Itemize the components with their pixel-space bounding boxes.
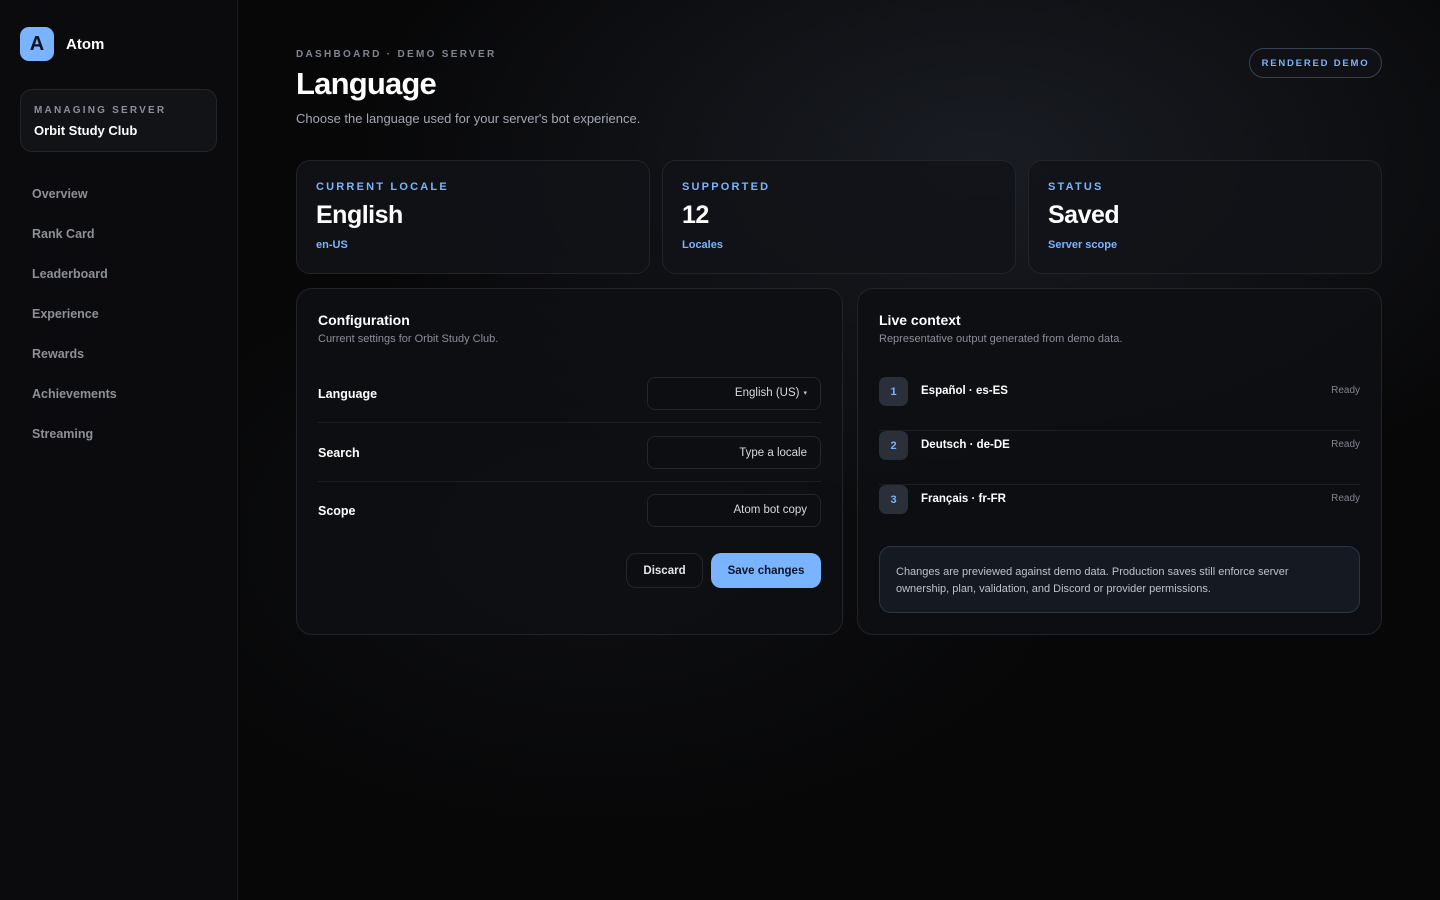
field-row-search: Search bbox=[318, 424, 821, 482]
chevron-down-icon: ▾ bbox=[803, 390, 807, 397]
list-item: 3 Français · fr-FR Ready bbox=[879, 485, 1360, 539]
panel-title: Configuration bbox=[318, 312, 410, 328]
list-item-label: Deutsch · de-DE bbox=[921, 439, 1010, 451]
sidebar-item-overview[interactable]: Overview bbox=[32, 186, 117, 226]
status-text: Ready bbox=[1331, 385, 1360, 396]
configuration-panel: Configuration Current settings for Orbit… bbox=[296, 288, 843, 635]
list-item: 2 Deutsch · de-DE Ready bbox=[879, 431, 1360, 485]
sidebar: A Atom MANAGING SERVER Orbit Study Club … bbox=[0, 0, 238, 900]
app-name: Atom bbox=[66, 35, 105, 53]
app-logo: A bbox=[20, 27, 54, 61]
sidebar-item-rank-card[interactable]: Rank Card bbox=[32, 226, 117, 266]
field-label: Search bbox=[318, 446, 360, 460]
page-subtitle: Choose the language used for your server… bbox=[296, 111, 641, 126]
field-row-language: Language English (US) ▾ bbox=[318, 365, 821, 423]
brand[interactable]: A Atom bbox=[20, 27, 104, 61]
panel-title: Live context bbox=[879, 312, 961, 328]
demo-notice: Changes are previewed against demo data.… bbox=[879, 546, 1360, 613]
sidebar-item-rewards[interactable]: Rewards bbox=[32, 346, 117, 386]
page-title: Language bbox=[296, 66, 437, 101]
stat-note: en-US bbox=[316, 239, 348, 251]
list-item-number: 2 bbox=[879, 431, 908, 460]
stat-label: SUPPORTED bbox=[682, 181, 771, 193]
sidebar-nav: Overview Rank Card Leaderboard Experienc… bbox=[32, 186, 117, 466]
breadcrumb: DASHBOARD · DEMO SERVER bbox=[296, 49, 497, 60]
list-item: 1 Español · es-ES Ready bbox=[879, 377, 1360, 431]
stat-value: English bbox=[316, 201, 403, 229]
server-name: Orbit Study Club bbox=[34, 123, 138, 138]
list-item-number: 3 bbox=[879, 485, 908, 514]
sidebar-item-achievements[interactable]: Achievements bbox=[32, 386, 117, 426]
discard-button[interactable]: Discard bbox=[626, 553, 703, 588]
status-text: Ready bbox=[1331, 439, 1360, 450]
scope-select[interactable]: Atom bot copy bbox=[647, 494, 821, 527]
field-row-scope: Scope Atom bot copy bbox=[318, 482, 821, 540]
stat-label: CURRENT LOCALE bbox=[316, 181, 449, 193]
stat-note: Server scope bbox=[1048, 239, 1118, 251]
stat-note: Locales bbox=[682, 239, 723, 251]
field-label: Language bbox=[318, 387, 378, 401]
language-select[interactable]: English (US) ▾ bbox=[647, 377, 821, 410]
server-label: MANAGING SERVER bbox=[34, 105, 167, 116]
stat-card-current-locale: CURRENT LOCALE English en-US bbox=[296, 160, 650, 274]
sidebar-item-leaderboard[interactable]: Leaderboard bbox=[32, 266, 117, 306]
sidebar-item-experience[interactable]: Experience bbox=[32, 306, 117, 346]
stat-value: 12 bbox=[682, 201, 709, 229]
live-context-panel: Live context Representative output gener… bbox=[857, 288, 1382, 635]
panel-subtitle: Representative output generated from dem… bbox=[879, 333, 1123, 345]
list-item-label: Español · es-ES bbox=[921, 385, 1008, 397]
language-select-value: English (US) bbox=[734, 387, 800, 399]
stat-card-status: STATUS Saved Server scope bbox=[1028, 160, 1382, 274]
stat-label: STATUS bbox=[1048, 181, 1104, 193]
list-item-label: Français · fr-FR bbox=[921, 493, 1006, 505]
status-text: Ready bbox=[1331, 493, 1360, 504]
sidebar-item-streaming[interactable]: Streaming bbox=[32, 426, 117, 466]
stat-card-supported: SUPPORTED 12 Locales bbox=[662, 160, 1016, 274]
field-label: Scope bbox=[318, 504, 356, 518]
server-selector[interactable]: MANAGING SERVER Orbit Study Club bbox=[20, 89, 217, 152]
panel-subtitle: Current settings for Orbit Study Club. bbox=[318, 333, 499, 345]
locale-search-input[interactable] bbox=[647, 436, 821, 469]
list-item-number: 1 bbox=[879, 377, 908, 406]
save-changes-button[interactable]: Save changes bbox=[711, 553, 821, 588]
stat-value: Saved bbox=[1048, 201, 1120, 229]
rendered-demo-badge: RENDERED DEMO bbox=[1249, 48, 1382, 78]
